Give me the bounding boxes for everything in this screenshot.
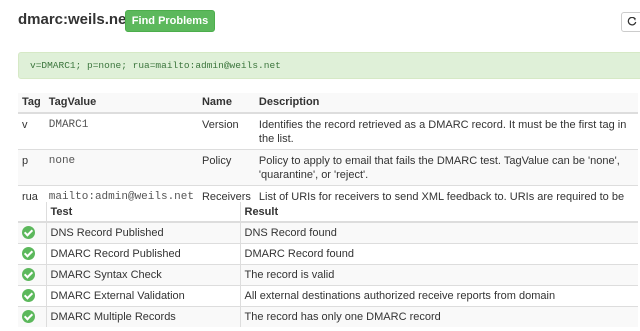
description-cell: Identifies the record retrieved as a DMA… (254, 112, 638, 150)
test-results-table: Test Result DNS Record Published DNS Rec… (18, 202, 638, 327)
dmarc-record-text: v=DMARC1; p=none; rua=mailto:admin@weils… (30, 60, 281, 71)
test-name-cell: DNS Record Published (45, 221, 240, 243)
check-circle-icon (22, 289, 35, 302)
table-row: DNS Record Published DNS Record found (18, 221, 638, 243)
tagvalue-cell: DMARC1 (44, 112, 198, 150)
description-cell: Policy to apply to email that fails the … (254, 149, 638, 186)
check-circle-icon (22, 268, 35, 281)
test-name-cell: DMARC External Validation (45, 284, 240, 306)
column-header-description: Description (254, 93, 638, 114)
table-row: DMARC Multiple Records The record has on… (18, 305, 638, 327)
check-circle-icon (22, 226, 35, 240)
name-cell: Policy (197, 149, 255, 186)
test-result-cell: All external destinations authorized rec… (239, 284, 638, 306)
table-row: v DMARC1 Version Identifies the record r… (18, 112, 638, 150)
test-name-cell: DMARC Syntax Check (45, 263, 240, 285)
page-title: dmarc:weils.net (18, 11, 132, 28)
test-result-cell: The record has only one DMARC record (239, 305, 638, 327)
find-problems-button[interactable]: Find Problems (125, 10, 215, 32)
check-circle-icon (22, 247, 35, 260)
refresh-button[interactable] (621, 12, 640, 32)
table-row: DMARC External Validation All external d… (18, 284, 638, 306)
table-row: DMARC Record Published DMARC Record foun… (18, 242, 638, 264)
table-row: p none Policy Policy to apply to email t… (18, 149, 638, 186)
column-header-tagvalue: TagValue (44, 93, 198, 114)
test-name-cell: DMARC Record Published (45, 242, 240, 264)
column-header-name: Name (197, 93, 255, 114)
test-result-cell: DNS Record found (239, 221, 638, 243)
tagvalue-cell: none (44, 149, 198, 186)
test-name-cell: DMARC Multiple Records (45, 305, 240, 327)
tag-cell: p (18, 149, 45, 186)
name-cell: Version (197, 112, 255, 150)
column-header-test: Test (45, 202, 240, 223)
test-result-cell: The record is valid (239, 263, 638, 285)
column-header-status (18, 202, 46, 223)
refresh-icon (627, 17, 637, 26)
tag-cell: v (18, 112, 45, 150)
test-result-cell: DMARC Record found (239, 242, 638, 264)
column-header-result: Result (239, 202, 638, 223)
check-circle-icon (22, 310, 35, 324)
table-row: DMARC Syntax Check The record is valid (18, 263, 638, 285)
dmarc-record-box: v=DMARC1; p=none; rua=mailto:admin@weils… (18, 52, 640, 79)
page-header: dmarc:weils.net Find Problems (0, 0, 640, 42)
column-header-tag: Tag (18, 93, 45, 114)
